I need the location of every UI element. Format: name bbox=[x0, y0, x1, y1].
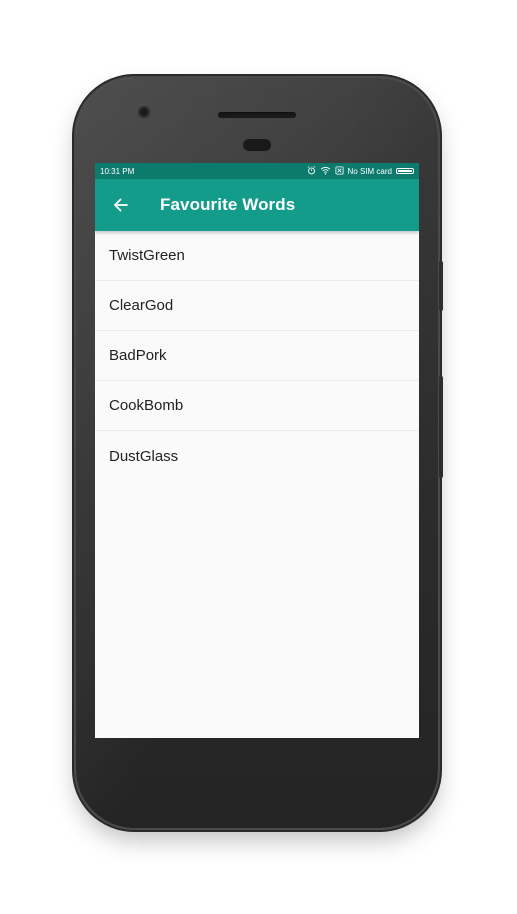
status-bar: 10:31 PM No SIM card bbox=[95, 163, 419, 179]
proximity-sensor bbox=[243, 139, 271, 151]
screen: 10:31 PM No SIM card Favourite Words Twi… bbox=[95, 163, 419, 738]
favourite-words-list: TwistGreen ClearGod BadPork CookBomb Dus… bbox=[95, 231, 419, 481]
device-mockup: 10:31 PM No SIM card Favourite Words Twi… bbox=[0, 0, 517, 914]
status-icons: No SIM card bbox=[307, 165, 414, 177]
list-item-label: TwistGreen bbox=[109, 247, 185, 264]
list-item[interactable]: ClearGod bbox=[95, 281, 419, 331]
list-item-label: DustGlass bbox=[109, 447, 179, 465]
list-item-label: ClearGod bbox=[109, 297, 174, 314]
battery-icon bbox=[396, 168, 414, 174]
wifi-icon bbox=[320, 166, 331, 177]
status-time: 10:31 PM bbox=[100, 166, 135, 176]
list-item[interactable]: DustGlass bbox=[95, 431, 419, 481]
front-camera bbox=[138, 106, 150, 118]
list-item-label: BadPork bbox=[109, 347, 167, 364]
sim-status-text: No SIM card bbox=[347, 166, 392, 176]
phone-body: 10:31 PM No SIM card Favourite Words Twi… bbox=[76, 78, 443, 828]
list-item-label: CookBomb bbox=[109, 397, 184, 414]
earpiece-speaker bbox=[218, 112, 296, 118]
power-button bbox=[439, 261, 443, 311]
back-button[interactable] bbox=[101, 185, 141, 225]
volume-button bbox=[439, 376, 443, 478]
list-item[interactable]: BadPork bbox=[95, 331, 419, 381]
no-sim-icon bbox=[335, 165, 344, 177]
arrow-left-icon bbox=[114, 198, 128, 212]
page-title: Favourite Words bbox=[160, 195, 296, 214]
app-bar: Favourite Words bbox=[95, 179, 419, 231]
alarm-icon bbox=[307, 165, 316, 177]
list-item[interactable]: CookBomb bbox=[95, 381, 419, 431]
list-item[interactable]: TwistGreen bbox=[95, 231, 419, 281]
